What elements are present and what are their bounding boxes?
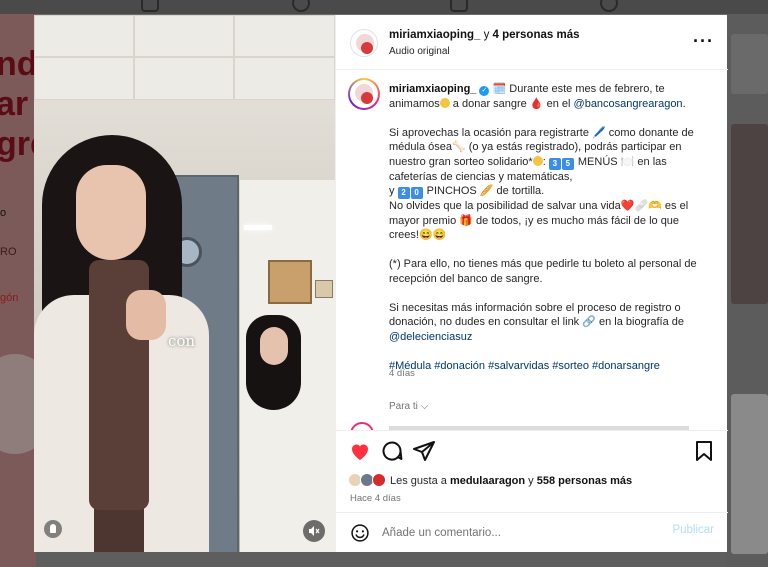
comment-input[interactable] — [382, 525, 652, 541]
caption-username[interactable]: miriamxiaoping_ — [389, 83, 476, 95]
mention-link[interactable]: @bancosangrearagon — [574, 98, 683, 110]
background-post-left: nd ar gre o RO gón — [0, 14, 36, 567]
caption-text: y — [389, 185, 398, 197]
video-ceiling — [34, 15, 335, 100]
likes-text: y — [525, 475, 537, 487]
header-others[interactable]: 4 personas más — [493, 29, 580, 41]
background-small-text: gón — [0, 292, 19, 304]
background-topbar — [0, 0, 768, 14]
keycap-icon: 5 — [561, 157, 574, 170]
smile-emoji-icon — [439, 97, 450, 108]
reel-video[interactable]: con — [34, 15, 335, 552]
post-panel: miriamxiaoping_ y 4 personas más Audio o… — [335, 15, 728, 552]
chevron-down-icon: ⌵ — [420, 401, 429, 412]
background-photo — [0, 354, 36, 454]
audio-label[interactable]: Audio original — [389, 46, 450, 57]
post-date[interactable]: Hace 4 días — [350, 493, 401, 504]
mention-link[interactable]: @delecienciasuz — [389, 331, 472, 343]
avatar[interactable] — [350, 29, 378, 57]
for-you-dropdown[interactable]: Para ti ⌵ — [389, 401, 428, 412]
publish-button[interactable]: Publicar — [672, 524, 714, 536]
caption-text: PINCHOS 🥖 de tortilla. — [423, 185, 545, 197]
heart-icon[interactable] — [348, 439, 372, 463]
post-time[interactable]: 4 días — [389, 368, 415, 379]
post-header: miriamxiaoping_ y 4 personas más Audio o… — [336, 15, 728, 70]
video-subtitle: con — [168, 332, 196, 350]
likes-user[interactable]: medulaaragon — [450, 475, 525, 487]
caption-text: Si necesitas más información sobre el pr… — [389, 301, 685, 329]
emoji-icon[interactable] — [350, 523, 370, 543]
caption-text: a donar sangre 🩸 en el — [449, 97, 574, 110]
background-bottom — [36, 552, 727, 567]
likes-count[interactable]: 558 personas más — [537, 475, 632, 487]
caption-text: : — [542, 155, 549, 168]
avatar — [372, 473, 386, 487]
grid-icon — [141, 0, 159, 12]
likes-text: Les gusta a — [390, 475, 450, 487]
likes-summary[interactable]: Les gusta a medulaaragon y 558 personas … — [390, 475, 632, 487]
header-connector: y — [483, 29, 490, 41]
avatar[interactable] — [348, 78, 380, 110]
background-small-text: o — [0, 207, 7, 219]
comment-icon[interactable] — [380, 439, 404, 463]
comments-area[interactable]: miriamxiaoping_ ✓ 🗓️ Durante este mes de… — [336, 70, 728, 430]
tagged-icon — [450, 0, 468, 12]
for-you-label: Para ti — [389, 401, 418, 412]
post-caption: miriamxiaoping_ ✓ 🗓️ Durante este mes de… — [389, 82, 707, 388]
avatar[interactable] — [350, 422, 374, 430]
hashtags[interactable]: #Médula #donación #salvarvidas #sorteo #… — [389, 359, 707, 374]
keycap-icon: 2 — [397, 187, 410, 199]
keycap-icon: 0 — [410, 187, 423, 199]
background-promo-text: nd ar gre — [0, 45, 36, 163]
pointer-emoji-icon — [532, 155, 543, 166]
profile-icon — [600, 0, 618, 12]
caption-text: No olvides que la posibilidad de salvar … — [389, 200, 689, 241]
mute-icon[interactable] — [303, 520, 325, 542]
background-small-text: RO — [0, 246, 17, 258]
post-modal: con miriamxiaoping_ y 4 personas más Aud… — [34, 15, 728, 552]
keycap-icon: 3 — [548, 157, 561, 170]
reels-icon — [292, 0, 310, 12]
background-post-right — [727, 14, 768, 567]
share-icon[interactable] — [412, 439, 436, 463]
caption-text: . — [682, 97, 686, 110]
verified-icon: ✓ — [479, 86, 490, 96]
more-icon[interactable]: ··· — [693, 31, 714, 52]
bookmark-icon[interactable] — [692, 439, 716, 463]
user-icon[interactable] — [44, 520, 62, 538]
header-username[interactable]: miriamxiaoping_ — [389, 29, 480, 41]
comment-bar: Publicar — [336, 512, 728, 552]
header-authors: miriamxiaoping_ y 4 personas más — [389, 29, 579, 41]
caption-text: (*) Para ello, no tienes más que pedirle… — [389, 258, 697, 285]
